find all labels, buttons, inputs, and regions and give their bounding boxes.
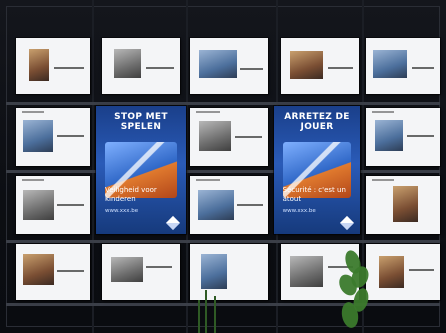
display-rail bbox=[6, 102, 440, 105]
listing-card bbox=[366, 38, 440, 94]
poster-subline: Sécurité : c'est un atout bbox=[282, 186, 346, 203]
display-wall-photo: STOP MET SPELEN Veiligheid voor kinderen… bbox=[0, 0, 446, 333]
listing-card bbox=[366, 244, 440, 300]
poster-logo-icon bbox=[339, 215, 355, 231]
listing-card bbox=[366, 108, 440, 166]
poster-logo-icon bbox=[165, 215, 181, 231]
poster-small-text: www.xxx.be bbox=[105, 208, 139, 214]
display-rail bbox=[6, 240, 440, 243]
listing-card bbox=[366, 176, 440, 234]
display-rail bbox=[6, 170, 440, 173]
listing-card bbox=[190, 244, 268, 300]
display-post bbox=[92, 0, 94, 333]
poster-right: ARRETEZ DE JOUER Sécurité : c'est un ato… bbox=[274, 106, 360, 234]
listing-card bbox=[102, 244, 180, 300]
listing-card bbox=[102, 38, 180, 94]
poster-left: STOP MET SPELEN Veiligheid voor kinderen… bbox=[96, 106, 186, 234]
listing-card bbox=[190, 108, 268, 166]
listing-card bbox=[281, 38, 359, 94]
poster-headline: ARRETEZ DE JOUER bbox=[284, 112, 350, 132]
listing-card bbox=[190, 176, 268, 234]
listing-card bbox=[16, 38, 90, 94]
listing-card bbox=[16, 244, 90, 300]
poster-small-text: www.xxx.be bbox=[282, 208, 316, 214]
poster-subline: Veiligheid voor kinderen bbox=[105, 186, 157, 203]
display-rail bbox=[6, 303, 440, 306]
listing-card bbox=[16, 108, 90, 166]
plant-stem bbox=[198, 300, 200, 333]
plant-foreground bbox=[334, 248, 374, 333]
poster-headline: STOP MET SPELEN bbox=[114, 112, 168, 132]
display-post bbox=[186, 0, 188, 333]
listing-card bbox=[16, 176, 90, 234]
plant-stem bbox=[214, 296, 216, 333]
plant-stem bbox=[205, 290, 207, 333]
listing-card bbox=[190, 38, 268, 94]
